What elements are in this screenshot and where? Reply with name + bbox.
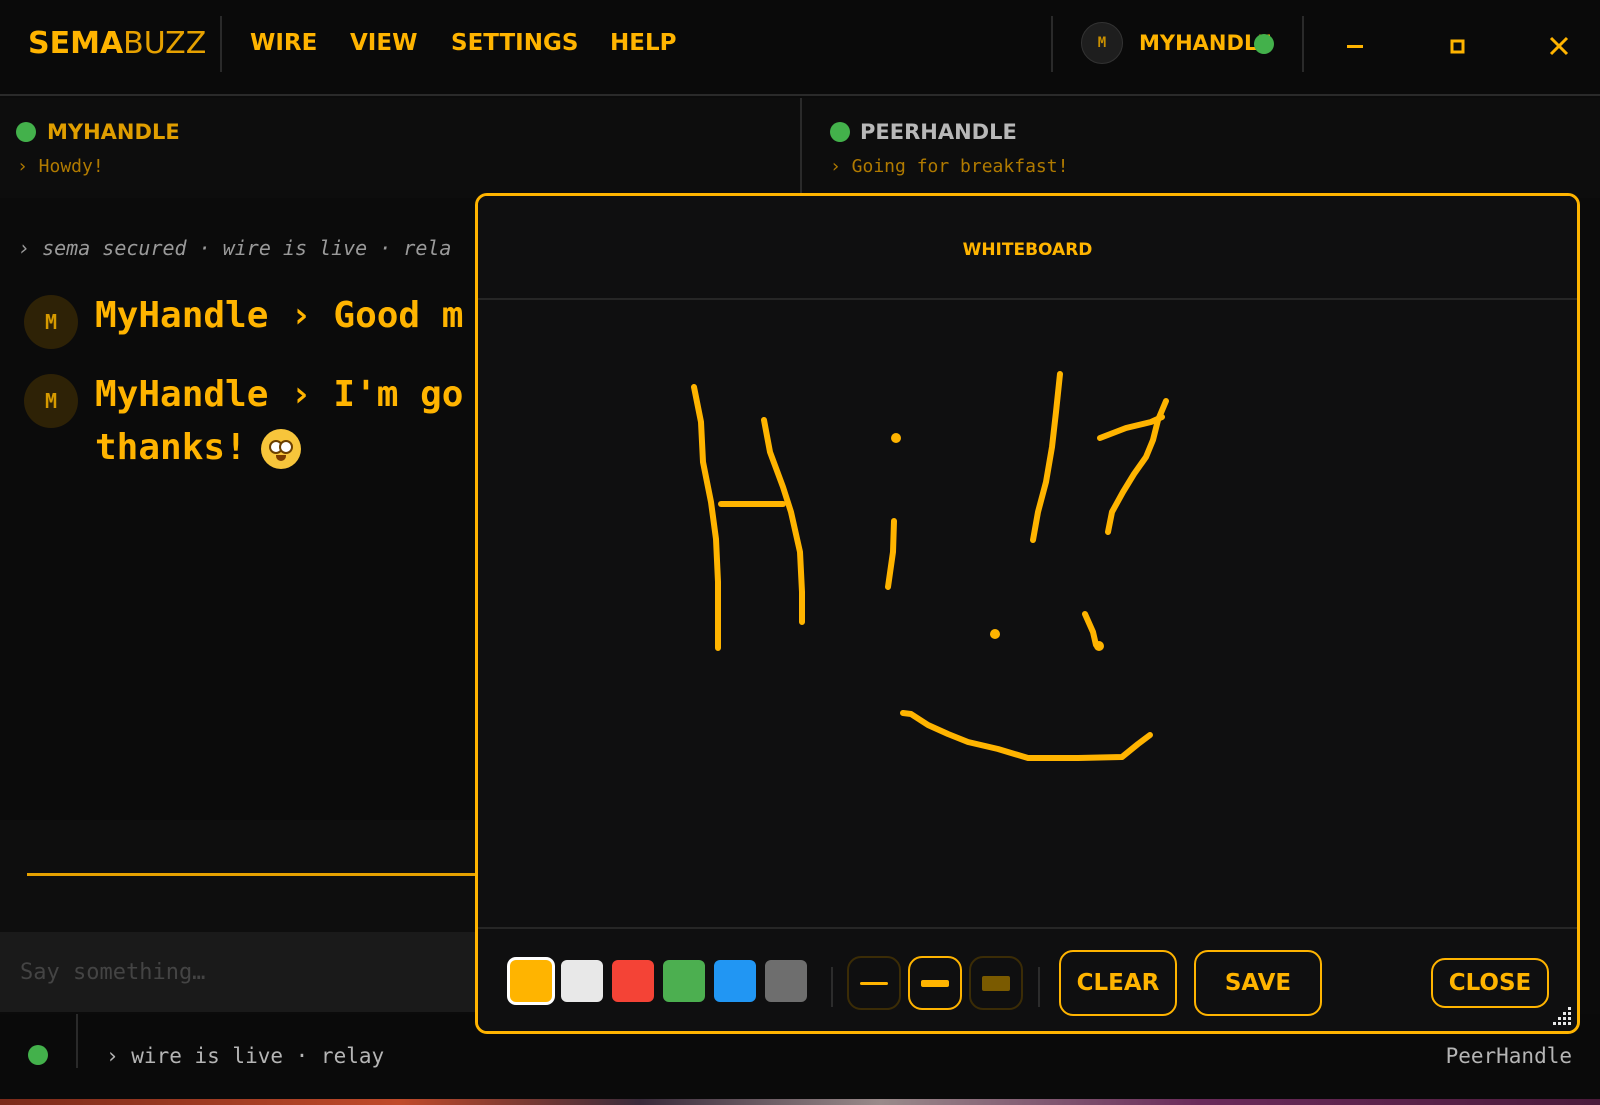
menu-help[interactable]: HELP xyxy=(610,30,676,56)
stroke-thin-button[interactable] xyxy=(847,956,901,1010)
whiteboard-toolbar: CLEAR SAVE CLOSE xyxy=(478,927,1577,1031)
title-bar: SEMABUZZ WIRE VIEW SETTINGS HELP M MYHAN… xyxy=(0,0,1600,96)
close-window-button[interactable] xyxy=(1539,26,1579,66)
menu-settings[interactable]: SETTINGS xyxy=(451,30,578,56)
connection-status-text: › wire is live · relay xyxy=(106,1044,385,1068)
divider xyxy=(76,1014,78,1068)
whiteboard-dialog: WHITEBOARD CLEAR SAVE CLOSE xyxy=(475,193,1580,1034)
chat-lower-area xyxy=(0,820,480,932)
whiteboard-canvas[interactable] xyxy=(478,302,1577,922)
stroke-dot xyxy=(891,433,901,443)
whiteboard-header[interactable]: WHITEBOARD xyxy=(478,196,1577,300)
stroke xyxy=(1030,371,1063,543)
peer-name: PEERHANDLE xyxy=(860,120,1017,144)
stroke xyxy=(900,710,1153,761)
message-composer xyxy=(0,932,480,1012)
system-message: › sema secured · wire is live · rela xyxy=(18,236,452,260)
online-status-icon xyxy=(1254,34,1274,54)
self-status-panel: MYHANDLE › Howdy! xyxy=(0,98,800,198)
app-logo: SEMABUZZ xyxy=(28,26,207,61)
user-handle[interactable]: MYHANDLE xyxy=(1139,31,1272,55)
smiling-face-icon xyxy=(260,429,301,469)
divider xyxy=(831,967,833,1007)
peer-status-message: › Going for breakfast! xyxy=(830,156,1069,177)
menu-wire[interactable]: WIRE xyxy=(250,30,317,56)
divider xyxy=(1038,967,1040,1007)
divider xyxy=(1302,16,1304,72)
medium-line-icon xyxy=(921,979,949,987)
self-name: MYHANDLE xyxy=(47,120,180,144)
stroke xyxy=(691,384,721,651)
peer-status-panel: PEERHANDLE › Going for breakfast! xyxy=(802,98,1600,198)
message-input[interactable] xyxy=(20,952,460,992)
thin-line-icon xyxy=(860,981,888,985)
avatar: M xyxy=(24,374,78,428)
desktop-background xyxy=(0,1099,1600,1105)
minimize-button[interactable] xyxy=(1335,26,1375,66)
stroke xyxy=(885,518,897,590)
color-swatch-white[interactable] xyxy=(561,960,603,1002)
divider xyxy=(1051,16,1053,72)
color-swatch-red[interactable] xyxy=(612,960,654,1002)
divider xyxy=(220,16,222,72)
chat-message: MyHandle › I'm go xyxy=(95,374,464,415)
menu-view[interactable]: VIEW xyxy=(350,30,417,56)
color-swatch-amber[interactable] xyxy=(510,960,552,1002)
peer-label: PeerHandle xyxy=(1445,1044,1572,1068)
avatar: M xyxy=(24,295,78,349)
close-button[interactable]: CLOSE xyxy=(1431,958,1549,1008)
color-swatch-green[interactable] xyxy=(663,960,705,1002)
chat-message-continuation: thanks! xyxy=(95,427,301,469)
avatar[interactable]: M xyxy=(1081,22,1123,64)
self-status-message: › Howdy! xyxy=(17,156,104,177)
clear-button[interactable]: CLEAR xyxy=(1059,950,1177,1016)
stroke xyxy=(1105,398,1169,535)
stroke-medium-button[interactable] xyxy=(908,956,962,1010)
minimize-icon xyxy=(1347,45,1363,48)
stroke xyxy=(1082,611,1099,648)
color-swatch-blue[interactable] xyxy=(714,960,756,1002)
divider-line xyxy=(27,873,487,876)
stroke-thick-button[interactable] xyxy=(969,956,1023,1010)
online-status-icon xyxy=(16,122,36,142)
color-swatch-gray[interactable] xyxy=(765,960,807,1002)
resize-handle-icon[interactable] xyxy=(1551,1005,1573,1027)
maximize-button[interactable] xyxy=(1437,26,1477,66)
save-button[interactable]: SAVE xyxy=(1194,950,1322,1016)
connection-status-icon xyxy=(28,1045,48,1065)
whiteboard-title: WHITEBOARD xyxy=(962,240,1093,260)
close-icon xyxy=(1549,36,1569,56)
maximize-icon xyxy=(1450,39,1465,54)
stroke xyxy=(761,417,805,625)
online-status-icon xyxy=(830,122,850,142)
thick-line-icon xyxy=(982,975,1010,991)
stroke-dot xyxy=(1094,641,1104,651)
stroke-dot xyxy=(990,629,1000,639)
chat-message: MyHandle › Good m xyxy=(95,295,464,336)
